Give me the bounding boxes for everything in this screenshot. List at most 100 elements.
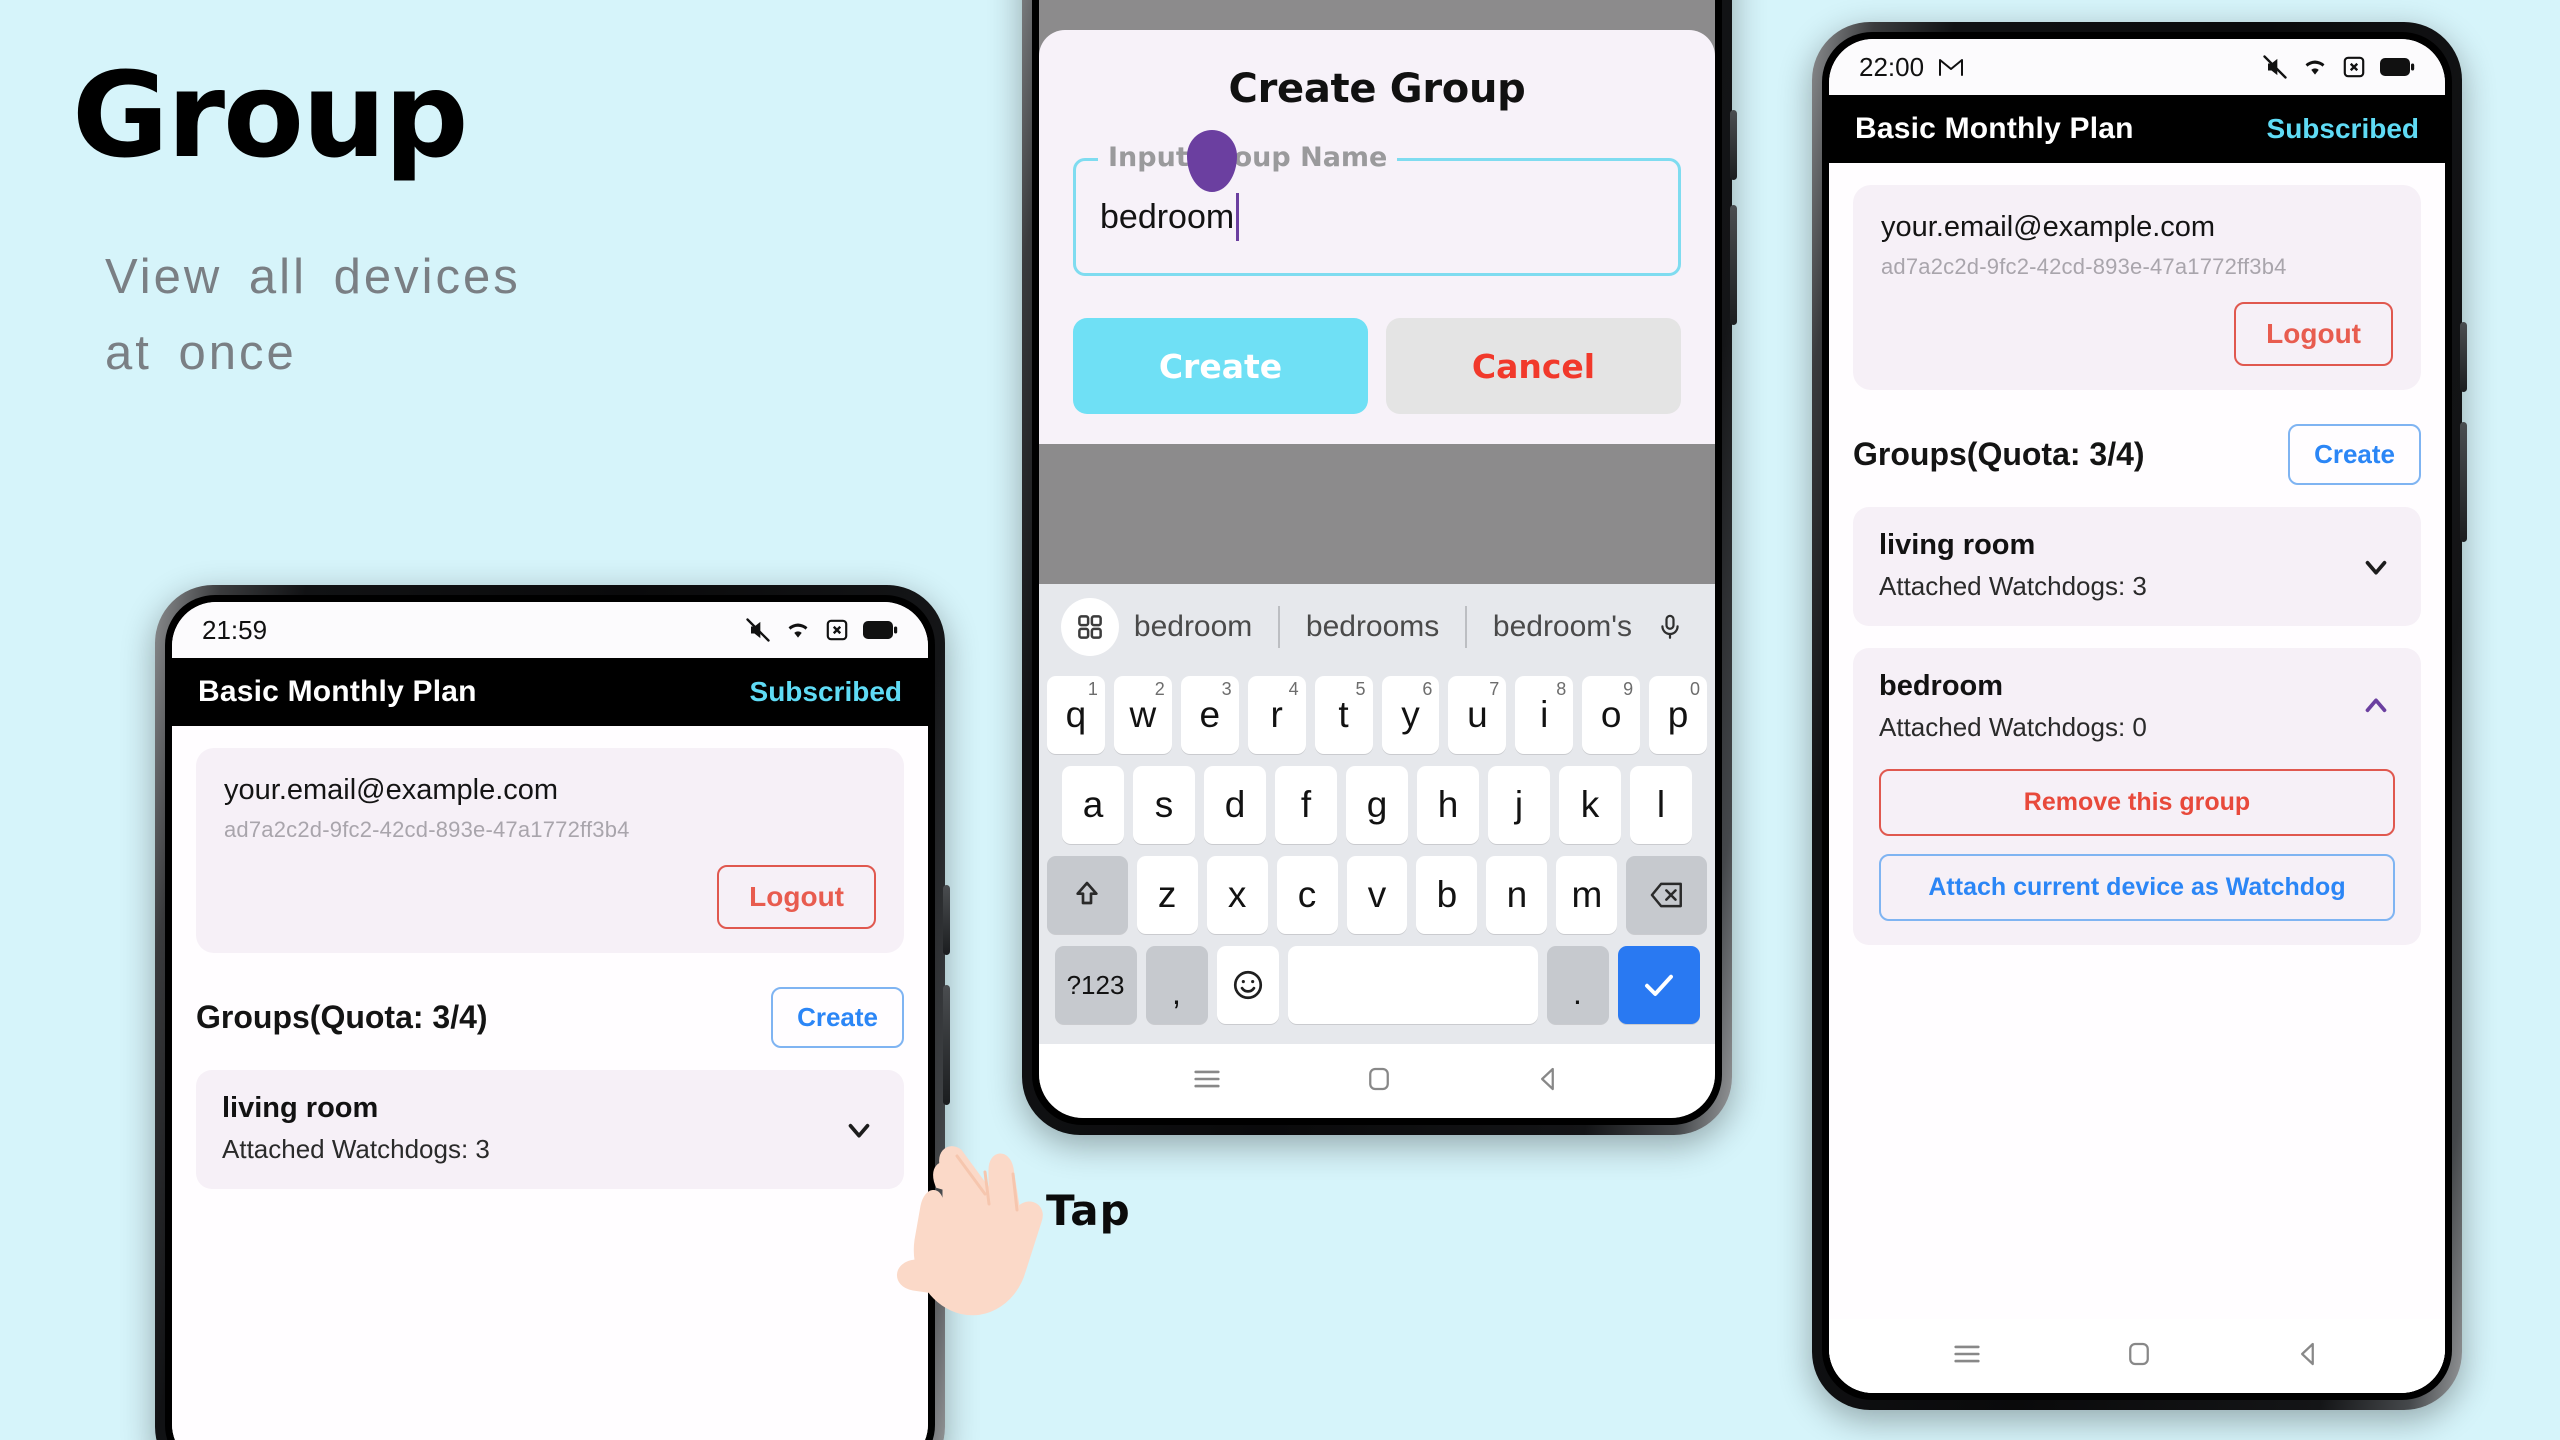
suggestion-1[interactable]: bedroom (1130, 610, 1256, 644)
app-bar: Basic Monthly Plan Subscribed (172, 658, 928, 726)
emoji-icon[interactable] (1216, 946, 1279, 1024)
key-n[interactable]: n (1486, 856, 1548, 934)
period-key[interactable]: . (1546, 946, 1609, 1024)
key-number: 9 (1623, 679, 1634, 699)
key-f[interactable]: f (1275, 766, 1337, 844)
home-icon[interactable] (1364, 1064, 1394, 1099)
key-m[interactable]: m (1556, 856, 1618, 934)
attach-watchdog-button[interactable]: Attach current device as Watchdog (1879, 854, 2395, 921)
group-watchdog-count: Attached Watchdogs: 3 (1879, 571, 2147, 601)
key-y[interactable]: 6y (1381, 676, 1440, 754)
key-x[interactable]: x (1206, 856, 1268, 934)
home-icon[interactable] (2124, 1339, 2154, 1374)
key-r[interactable]: 4r (1247, 676, 1306, 754)
menu-icon[interactable] (1190, 1062, 1224, 1101)
system-nav-bar (1039, 1044, 1715, 1118)
suggestion-divider (1465, 606, 1468, 648)
group-name-input-label: Input Group Name (1098, 142, 1398, 173)
screen-body: your.email@example.com ad7a2c2d-9fc2-42c… (172, 726, 928, 1440)
volume-button[interactable] (2460, 422, 2467, 542)
key-o[interactable]: 9o (1582, 676, 1641, 754)
key-w[interactable]: 2w (1113, 676, 1172, 754)
key-number: 4 (1288, 679, 1299, 699)
key-s[interactable]: s (1133, 766, 1195, 844)
grid-icon[interactable] (1061, 598, 1119, 656)
key-u[interactable]: 7u (1448, 676, 1507, 754)
chevron-up-icon[interactable] (2359, 689, 2393, 723)
back-icon[interactable] (1534, 1064, 1564, 1099)
microphone-icon[interactable] (1647, 613, 1693, 641)
groups-quota-label: Groups(Quota: 3/4) (196, 999, 488, 1035)
key-b[interactable]: b (1416, 856, 1478, 934)
chevron-down-icon[interactable] (842, 1113, 876, 1147)
suggestion-3[interactable]: bedroom's (1489, 610, 1636, 644)
group-card-living-room[interactable]: living room Attached Watchdogs: 3 (1853, 507, 2421, 626)
key-k[interactable]: k (1559, 766, 1621, 844)
shift-icon[interactable] (1046, 856, 1128, 934)
checkmark-icon[interactable] (1617, 946, 1700, 1024)
volume-button[interactable] (1730, 205, 1737, 325)
group-card-living-room[interactable]: living room Attached Watchdogs: 3 (196, 1070, 904, 1189)
menu-icon[interactable] (1950, 1337, 1984, 1376)
key-z[interactable]: z (1136, 856, 1198, 934)
phone-left: 21:59 Basic Monthly Plan Subscribed your… (155, 585, 950, 1440)
suggestion-2[interactable]: bedrooms (1302, 610, 1443, 644)
back-icon[interactable] (2294, 1339, 2324, 1374)
keyboard-row-4: ?123 , . (1039, 940, 1715, 1030)
key-p[interactable]: 0p (1649, 676, 1708, 754)
subtitle-line-2: at once (105, 325, 297, 380)
key-d[interactable]: d (1204, 766, 1266, 844)
key-q[interactable]: 1q (1046, 676, 1105, 754)
key-l[interactable]: l (1630, 766, 1692, 844)
wifi-icon (2301, 53, 2329, 81)
comma-key[interactable]: , (1145, 946, 1208, 1024)
key-j[interactable]: j (1488, 766, 1550, 844)
dialog-title: Create Group (1228, 66, 1526, 112)
logout-button[interactable]: Logout (717, 865, 876, 929)
wifi-icon (784, 616, 812, 644)
app-bar-title: Basic Monthly Plan (198, 675, 477, 708)
dialog-cancel-button[interactable]: Cancel (1386, 318, 1681, 414)
key-number: 0 (1690, 679, 1701, 699)
side-button[interactable] (2460, 322, 2467, 392)
gmail-icon (1938, 57, 1964, 77)
key-v[interactable]: v (1346, 856, 1408, 934)
app-bar-title: Basic Monthly Plan (1855, 112, 2134, 145)
volume-button[interactable] (943, 985, 950, 1105)
space-key[interactable] (1287, 946, 1538, 1024)
symbols-key[interactable]: ?123 (1054, 946, 1137, 1024)
create-group-button[interactable]: Create (2288, 424, 2421, 485)
key-a[interactable]: a (1062, 766, 1124, 844)
create-group-dialog: Create Group Input Group Name bedroom Cr… (1039, 30, 1715, 444)
side-button[interactable] (943, 885, 950, 955)
page-subtitle: View all devices at once (105, 240, 521, 392)
key-t[interactable]: 5t (1314, 676, 1373, 754)
create-group-button[interactable]: Create (771, 987, 904, 1048)
key-e[interactable]: 3e (1180, 676, 1239, 754)
logout-button[interactable]: Logout (2234, 302, 2393, 366)
group-name-input[interactable]: Input Group Name bedroom (1073, 142, 1681, 276)
status-bar: 21:59 (172, 602, 928, 658)
key-number: 8 (1556, 679, 1567, 699)
poster-canvas: Group View all devices at once 21:59 Bas… (0, 0, 2560, 1440)
battery-icon (862, 619, 898, 641)
group-card-bedroom[interactable]: bedroom Attached Watchdogs: 0 Remove thi… (1853, 648, 2421, 945)
key-g[interactable]: g (1346, 766, 1408, 844)
phone-right: 22:00 Basic Monthly Plan Subscribed your… (1812, 22, 2467, 1410)
chevron-down-icon[interactable] (2359, 550, 2393, 584)
key-h[interactable]: h (1417, 766, 1479, 844)
keyboard-row-2: asdfghjkl (1039, 760, 1715, 850)
groups-header-row: Groups(Quota: 3/4) Create (196, 987, 904, 1048)
account-email: your.email@example.com (1881, 211, 2216, 243)
text-caret (1236, 193, 1240, 241)
key-c[interactable]: c (1276, 856, 1338, 934)
side-button[interactable] (1730, 110, 1737, 180)
backspace-icon[interactable] (1626, 856, 1708, 934)
system-nav-bar (1829, 1319, 2445, 1393)
key-i[interactable]: 8i (1515, 676, 1574, 754)
dialog-create-button[interactable]: Create (1073, 318, 1368, 414)
key-number: 7 (1489, 679, 1500, 699)
group-name: bedroom (1879, 670, 2004, 702)
remove-group-button[interactable]: Remove this group (1879, 769, 2395, 836)
group-actions: Remove this group Attach current device … (1879, 769, 2395, 921)
